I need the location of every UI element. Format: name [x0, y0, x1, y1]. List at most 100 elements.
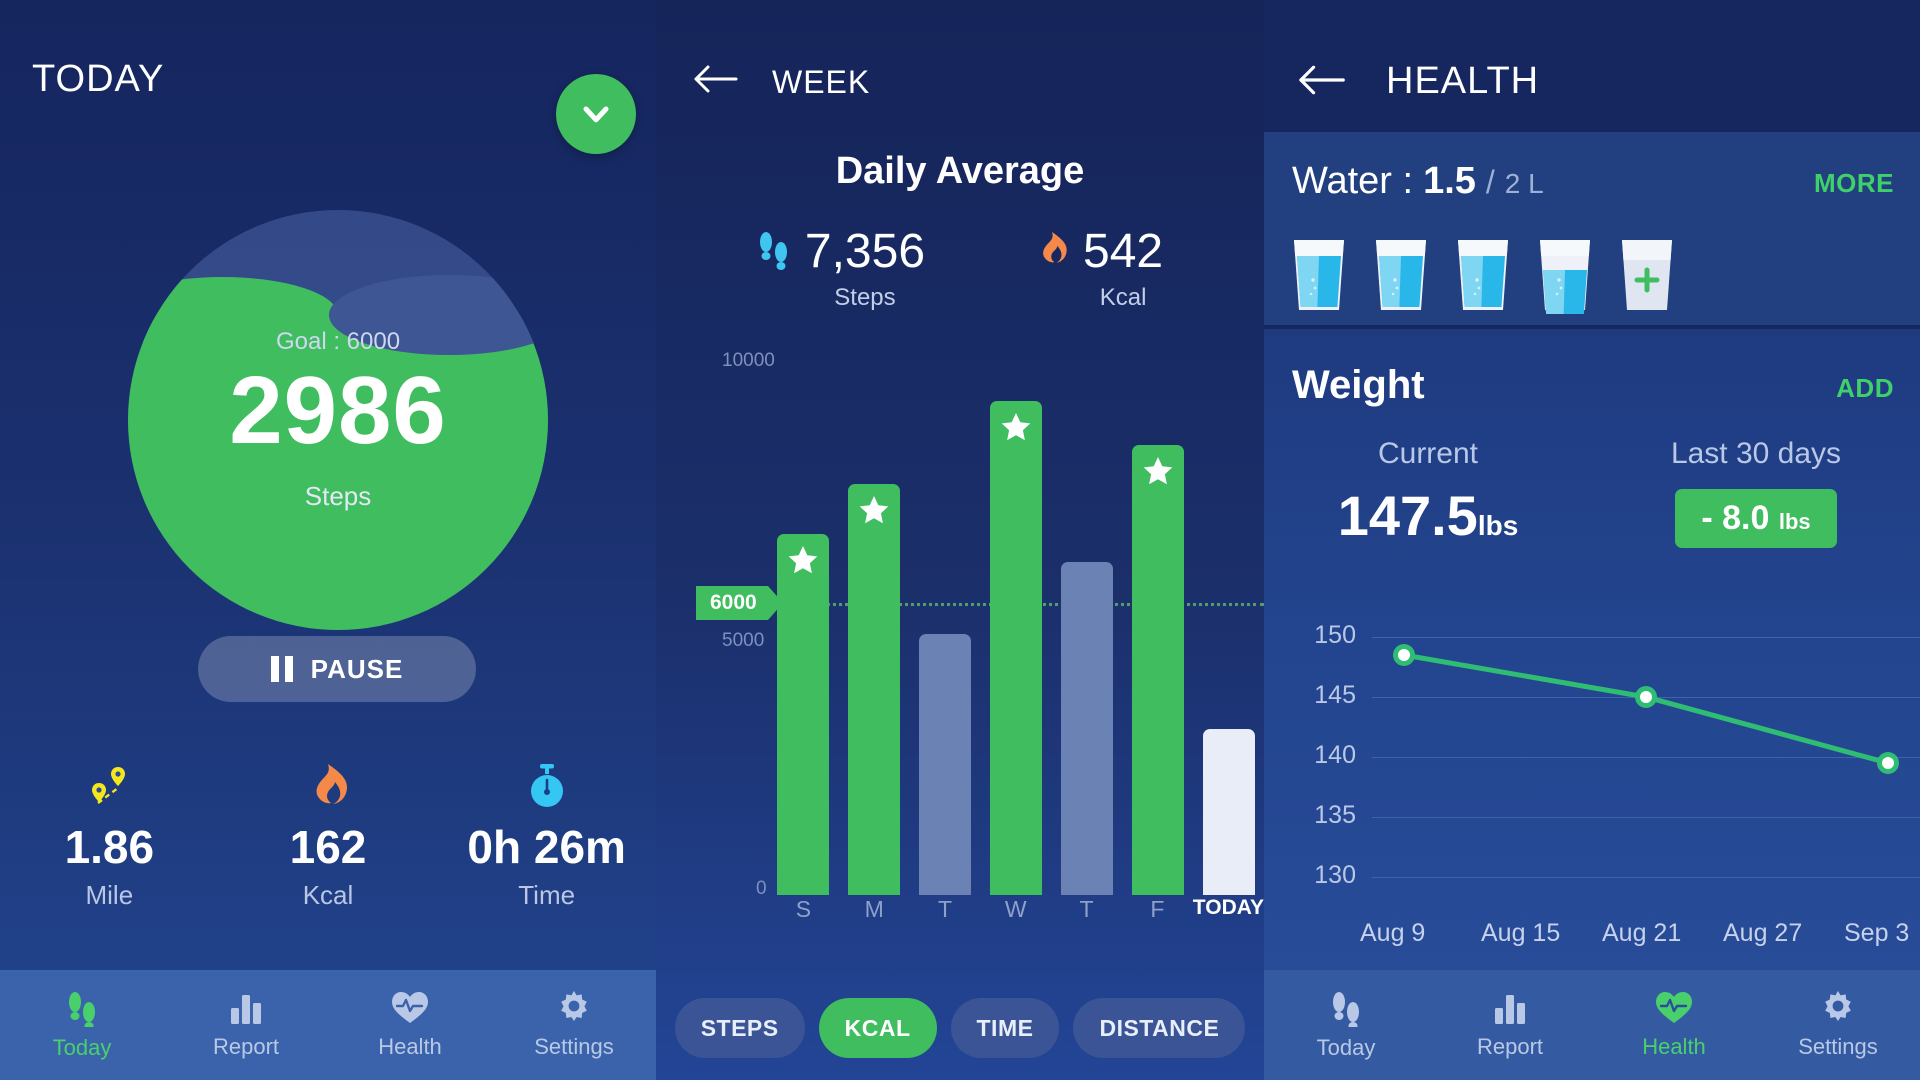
steps-unit-label: Steps — [304, 481, 372, 512]
weight-line-series — [1393, 644, 1899, 774]
footsteps-icon — [1329, 989, 1363, 1027]
weight-delta-unit: lbs — [1778, 509, 1811, 534]
daily-average-row: 7,356 Steps 542 Kcal — [656, 228, 1264, 312]
flame-icon — [1035, 228, 1069, 270]
bottom-nav-health: Today Report Health Settings — [1264, 970, 1920, 1080]
nav-item-report[interactable]: Report — [164, 970, 328, 1080]
weight-card: Weight ADD Current 147.5lbs Last 30 days… — [1264, 333, 1920, 970]
filter-distance-button[interactable]: DISTANCE — [1073, 998, 1246, 1058]
bar[interactable] — [848, 484, 901, 895]
water-glass-5-add[interactable] — [1616, 236, 1678, 314]
weight-range-label: Last 30 days — [1670, 437, 1842, 470]
star-icon — [1001, 413, 1031, 441]
expand-chevron-button[interactable] — [556, 74, 636, 154]
nav-item-today[interactable]: Today — [1264, 970, 1428, 1080]
stat-time-value: 0h 26m — [467, 821, 626, 873]
nav-item-today[interactable]: Today — [0, 970, 164, 1080]
water-value: 1.5 — [1423, 160, 1476, 202]
nav-item-health-label: Health — [378, 1034, 442, 1059]
goal-badge: 6000 — [696, 586, 783, 620]
y-tick-0: 0 — [756, 878, 767, 899]
footsteps-icon — [757, 228, 791, 272]
nav-item-settings[interactable]: Settings — [1756, 970, 1920, 1080]
daily-average-title: Daily Average — [835, 150, 1085, 192]
gear-icon — [1820, 990, 1856, 1026]
water-glass-2-full[interactable] — [1370, 236, 1432, 314]
pause-button-label: PAUSE — [310, 653, 404, 684]
today-stats-row: 1.86 Mile 162 Kcal 0h 26m Time — [0, 760, 656, 911]
nav-item-health-label: Health — [1642, 1034, 1706, 1059]
bar-chart-icon — [228, 990, 264, 1026]
avg-kcal: 542 Kcal — [1035, 228, 1163, 312]
weight-add-button[interactable]: ADD — [1836, 373, 1894, 404]
bar[interactable] — [919, 634, 972, 895]
bar-column[interactable] — [768, 340, 839, 895]
stat-calories-value: 162 — [289, 821, 367, 873]
water-glass-1-full[interactable] — [1288, 236, 1350, 314]
avg-kcal-label: Kcal — [1099, 284, 1147, 311]
health-panel: HEALTH Water : 1.5 / 2 L MORE Weight ADD… — [1264, 0, 1920, 1080]
avg-kcal-value: 542 — [1083, 225, 1164, 278]
weight-x-tick: Sep 3 — [1844, 919, 1910, 947]
steps-progress-ring: Goal : 6000 2986 Steps — [128, 210, 548, 630]
filter-time-button[interactable]: TIME — [950, 998, 1060, 1058]
bar-column[interactable] — [1051, 340, 1122, 895]
weight-delta-badge: - 8.0 lbs — [1675, 489, 1837, 548]
bar[interactable] — [1060, 562, 1113, 895]
water-glasses-row — [1288, 236, 1678, 314]
water-more-button[interactable]: MORE — [1814, 168, 1894, 199]
bar-column[interactable] — [839, 340, 910, 895]
bar-x-label: M — [864, 896, 884, 922]
today-panel: TODAY Goal : 6000 2986 Steps PAUSE 1.86 … — [0, 0, 656, 1080]
stat-calories: 162 Kcal — [219, 760, 438, 911]
nav-item-settings[interactable]: Settings — [492, 970, 656, 1080]
bar[interactable] — [990, 401, 1042, 895]
star-icon — [1143, 457, 1173, 485]
page-title: TODAY — [32, 58, 165, 100]
weight-current-value: 147.5lbs — [1338, 483, 1519, 548]
weight-x-tick: Aug 15 — [1481, 919, 1561, 947]
y-tick-5000: 5000 — [722, 630, 765, 651]
stat-distance-value: 1.86 — [64, 821, 155, 873]
health-header: HEALTH — [1264, 0, 1920, 132]
water-card: Water : 1.5 / 2 L MORE — [1264, 132, 1920, 329]
bar[interactable] — [1202, 729, 1255, 895]
bar-x-label: TODAY — [1192, 896, 1264, 919]
weight-summary-row: Current 147.5lbs Last 30 days - 8.0 lbs — [1264, 437, 1920, 548]
weight-x-tick: Aug 9 — [1360, 919, 1426, 947]
heart-pulse-icon — [1654, 990, 1694, 1026]
bar-chart-icon — [1492, 990, 1528, 1026]
filter-steps-button[interactable]: STEPS — [674, 998, 805, 1058]
bar-column[interactable] — [1193, 340, 1264, 895]
back-arrow-icon[interactable] — [1296, 62, 1346, 98]
stat-time: 0h 26m Time — [437, 760, 656, 911]
filter-kcal-button[interactable]: KCAL — [818, 998, 937, 1058]
stopwatch-icon — [524, 760, 570, 812]
metric-filter-row: STEPS KCAL TIME DISTANCE — [656, 998, 1264, 1058]
bottom-nav-today: Today Report Health Settings — [0, 970, 656, 1080]
nav-item-today-label: Today — [52, 1035, 112, 1060]
water-glass-4-half[interactable] — [1534, 236, 1596, 314]
bar-column[interactable] — [981, 340, 1052, 895]
bar[interactable] — [777, 534, 830, 895]
bar-column[interactable] — [910, 340, 981, 895]
nav-item-health[interactable]: Health — [1592, 970, 1756, 1080]
weight-title: Weight — [1292, 363, 1425, 407]
weight-delta: Last 30 days - 8.0 lbs — [1592, 437, 1920, 548]
nav-item-settings-label: Settings — [534, 1034, 614, 1059]
goal-text: Goal : 6000 — [275, 327, 401, 355]
pause-button[interactable]: PAUSE — [198, 636, 476, 702]
health-title: HEALTH — [1386, 60, 1540, 102]
gear-icon — [556, 990, 592, 1026]
bar[interactable] — [1131, 445, 1184, 895]
nav-item-health[interactable]: Health — [328, 970, 492, 1080]
stat-distance-label: Mile — [85, 880, 134, 910]
bar-column[interactable] — [1122, 340, 1193, 895]
back-arrow-icon[interactable] — [692, 62, 738, 96]
water-glass-3-full[interactable] — [1452, 236, 1514, 314]
water-goal: 2 L — [1504, 168, 1544, 199]
nav-item-report-label: Report — [1476, 1034, 1544, 1059]
stat-calories-label: Kcal — [302, 880, 354, 910]
nav-item-report[interactable]: Report — [1428, 970, 1592, 1080]
heart-pulse-icon — [390, 990, 430, 1026]
